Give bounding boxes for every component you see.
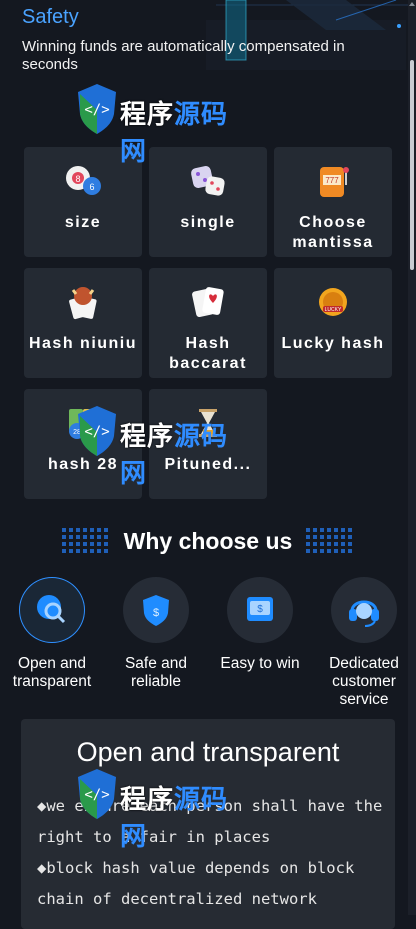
magnifier-icon (19, 577, 85, 643)
watermark-logo: </> 程序源码网 (74, 80, 254, 166)
poker-cards-icon (188, 282, 228, 322)
svg-text:$: $ (153, 607, 159, 619)
game-label: Lucky hash (281, 335, 385, 352)
hourglass-icon (188, 403, 228, 443)
safety-title: Safety (22, 6, 79, 28)
game-card-hash-baccarat[interactable]: Hash baccarat (149, 268, 267, 378)
game-card-pituned[interactable]: Pituned... (149, 389, 267, 499)
svg-text:$: $ (257, 604, 263, 615)
billiard-balls-icon: 8 6 (63, 161, 103, 201)
game-label: hash 28 (47, 456, 119, 473)
shield-icon: $ (123, 577, 189, 643)
svg-text:6: 6 (89, 182, 94, 192)
dice-icon (188, 161, 228, 201)
game-label: size (64, 214, 102, 231)
slot-machine-icon: 777 (313, 161, 353, 201)
info-line: ◆block hash value depends on block (37, 859, 355, 877)
feature-label: Safe and reliable (124, 655, 188, 690)
info-card-body: ◆we ensure each person shall have the ri… (37, 791, 387, 915)
info-card: Open and transparent ◆we ensure each per… (21, 719, 395, 929)
svg-text:28: 28 (73, 429, 81, 436)
game-card-single[interactable]: single (149, 147, 267, 257)
feature-easy-to-win[interactable]: $ Easy to win (210, 577, 310, 673)
game-label: Hash niuniu (28, 335, 138, 352)
info-line: ◆we ensure each person shall have the (37, 797, 383, 815)
game-card-hash-28[interactable]: 28 hash 28 (24, 389, 142, 499)
svg-text:8: 8 (75, 174, 80, 184)
headset-icon (331, 577, 397, 643)
info-line: right to a fair in places (37, 828, 271, 846)
feature-label: Dedicated customer service (329, 655, 399, 708)
decorative-dots (306, 526, 354, 554)
safety-description: Winning funds are automatically compensa… (22, 38, 345, 73)
info-line: chain of decentralized network (37, 890, 317, 908)
feature-open-transparent[interactable]: Open and transparent (2, 577, 102, 691)
lottery-balls-icon: 28 (63, 403, 103, 443)
lucky-coin-icon: LUCKY (313, 282, 353, 322)
game-label: Pituned... (164, 456, 252, 473)
game-label: Hash baccarat (169, 335, 247, 372)
svg-text:777: 777 (325, 176, 339, 185)
game-card-choose-mantissa[interactable]: 777 Choose mantissa (274, 147, 392, 257)
scrollbar[interactable] (408, 0, 416, 915)
wallet-icon: $ (227, 577, 293, 643)
game-card-hash-niuniu[interactable]: Hash niuniu (24, 268, 142, 378)
feature-safe-reliable[interactable]: $ Safe and reliable (106, 577, 206, 691)
game-card-lucky-hash[interactable]: LUCKY Lucky hash (274, 268, 392, 378)
info-card-title: Open and transparent (76, 737, 340, 767)
scrollbar-thumb[interactable] (410, 60, 414, 270)
feature-customer-service[interactable]: Dedicated customer service (314, 577, 414, 709)
feature-label: Open and transparent (12, 655, 92, 690)
game-label: single (180, 214, 236, 231)
game-card-size[interactable]: 8 6 size (24, 147, 142, 257)
bull-cards-icon (63, 282, 103, 322)
scroll-up-arrow-icon[interactable] (409, 2, 415, 6)
svg-text:</>: </> (84, 102, 109, 118)
svg-text:LUCKY: LUCKY (325, 307, 342, 313)
game-label: Choose mantissa (292, 214, 374, 251)
feature-label: Easy to win (220, 655, 300, 672)
